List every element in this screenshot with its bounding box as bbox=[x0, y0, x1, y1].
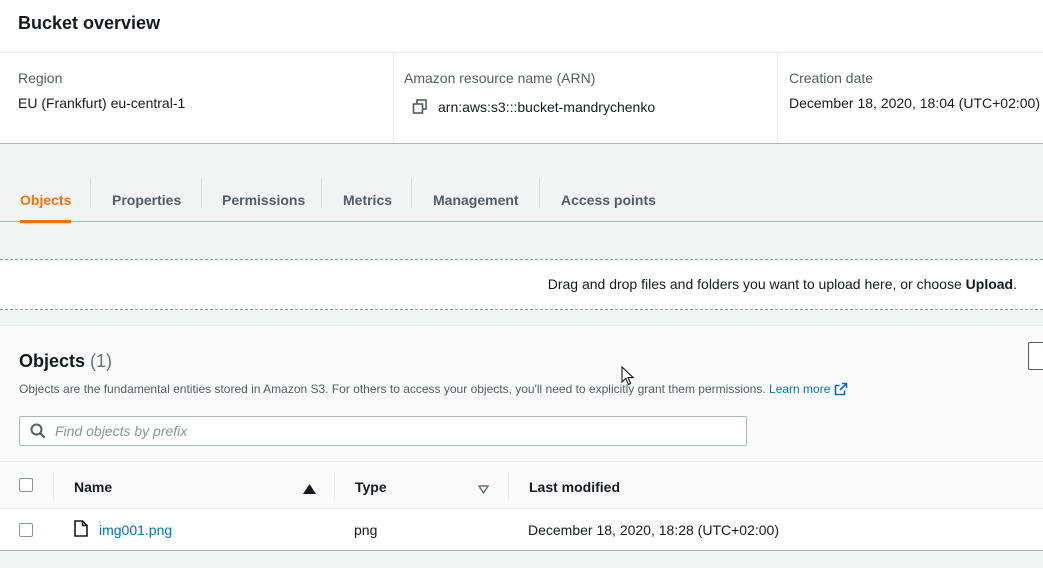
mouse-cursor-icon bbox=[621, 365, 635, 386]
region-label: Region bbox=[18, 70, 63, 86]
row-checkbox[interactable] bbox=[19, 523, 33, 537]
tab-permissions[interactable]: Permissions bbox=[222, 178, 305, 222]
copy-icon[interactable] bbox=[410, 97, 430, 117]
dropzone-suffix: . bbox=[1013, 276, 1017, 292]
column-separator bbox=[53, 472, 54, 500]
arn-section: Amazon resource name (ARN) arn:aws:s3:::… bbox=[393, 53, 777, 143]
tab-access-points[interactable]: Access points bbox=[561, 178, 656, 222]
region-section: Region EU (Frankfurt) eu-central-1 bbox=[18, 53, 388, 143]
column-header-name[interactable]: Name bbox=[74, 479, 112, 495]
objects-heading: Objects (1) bbox=[19, 351, 112, 372]
learn-more-link[interactable]: Learn more bbox=[769, 382, 830, 396]
external-link-icon[interactable] bbox=[834, 382, 848, 399]
objects-title: Objects bbox=[19, 351, 86, 371]
creation-date-section: Creation date December 18, 2020, 18:04 (… bbox=[777, 53, 1043, 143]
tab-separator bbox=[321, 178, 322, 208]
dropzone-instruction: Drag and drop files and folders you want… bbox=[547, 276, 966, 292]
column-separator bbox=[508, 472, 509, 500]
object-name-link[interactable]: img001.png bbox=[99, 522, 172, 538]
dropzone-upload-word: Upload bbox=[965, 276, 1014, 292]
column-separator bbox=[334, 472, 335, 500]
find-objects-search[interactable] bbox=[19, 416, 747, 446]
dropzone-text: Drag and drop files and folders you want… bbox=[548, 276, 1017, 292]
upload-dropzone[interactable]: Drag and drop files and folders you want… bbox=[0, 259, 1043, 310]
objects-description: Objects are the fundamental entities sto… bbox=[19, 382, 848, 399]
tab-properties[interactable]: Properties bbox=[112, 178, 181, 222]
search-input[interactable] bbox=[55, 423, 715, 439]
actions-button[interactable] bbox=[1028, 342, 1043, 370]
objects-description-text: Objects are the fundamental entities sto… bbox=[19, 382, 766, 396]
arn-label: Amazon resource name (ARN) bbox=[404, 70, 596, 86]
search-icon bbox=[30, 423, 46, 439]
object-last-modified: December 18, 2020, 18:28 (UTC+02:00) bbox=[528, 522, 779, 538]
tab-separator bbox=[90, 178, 91, 208]
sort-ascending-icon[interactable] bbox=[303, 481, 316, 499]
objects-panel: Objects (1) Objects are the fundamental … bbox=[0, 325, 1043, 551]
select-all-checkbox[interactable] bbox=[19, 478, 33, 492]
arn-value-row: arn:aws:s3:::bucket-mandrychenko bbox=[404, 97, 655, 117]
arn-value: arn:aws:s3:::bucket-mandrychenko bbox=[438, 99, 656, 115]
bucket-overview-title: Bucket overview bbox=[18, 13, 161, 33]
objects-table-header: Name Type Last modified bbox=[0, 461, 1043, 509]
objects-count: (1) bbox=[90, 351, 113, 371]
tab-metrics[interactable]: Metrics bbox=[343, 178, 392, 222]
creation-date-label: Creation date bbox=[789, 70, 874, 86]
creation-date-value: December 18, 2020, 18:04 (UTC+02:00) bbox=[789, 95, 1040, 111]
tab-management[interactable]: Management bbox=[433, 178, 519, 222]
bucket-tabs: Objects Properties Permissions Metrics M… bbox=[0, 165, 1043, 223]
sort-caret-down-icon[interactable] bbox=[477, 481, 490, 499]
s3-bucket-page: Bucket overview Region EU (Frankfurt) eu… bbox=[0, 0, 1043, 568]
bucket-overview-panel: Bucket overview Region EU (Frankfurt) eu… bbox=[0, 0, 1043, 144]
object-type: png bbox=[354, 522, 378, 538]
tab-separator bbox=[539, 178, 540, 208]
region-value: EU (Frankfurt) eu-central-1 bbox=[18, 95, 186, 111]
column-header-type[interactable]: Type bbox=[355, 479, 387, 495]
tab-separator bbox=[411, 178, 412, 208]
column-header-last-modified[interactable]: Last modified bbox=[529, 479, 620, 495]
tab-objects[interactable]: Objects bbox=[20, 178, 72, 223]
tab-separator bbox=[201, 178, 202, 208]
file-icon bbox=[74, 520, 88, 537]
table-row[interactable]: img001.png png December 18, 2020, 18:28 … bbox=[0, 509, 1043, 550]
